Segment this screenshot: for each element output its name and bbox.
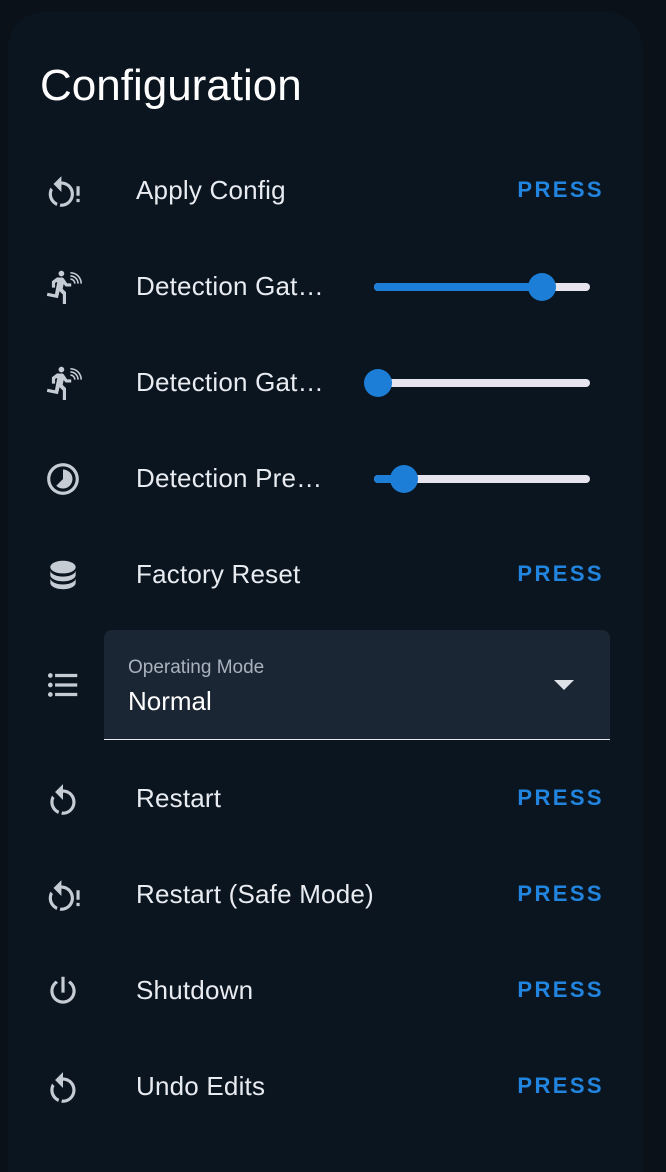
apply-config-press-button[interactable]: PRESS <box>517 170 604 210</box>
row-factory-reset: Factory Reset PRESS <box>0 526 666 622</box>
slider-fill <box>374 283 543 291</box>
undo-edits-press-button[interactable]: PRESS <box>517 1066 604 1106</box>
restart-safe-mode-press-button[interactable]: PRESS <box>517 874 604 914</box>
row-shutdown: Shutdown PRESS <box>0 942 666 1038</box>
row-undo-edits: Undo Edits PRESS <box>0 1038 666 1134</box>
row-label: Undo Edits <box>136 1071 266 1101</box>
shutdown-press-button[interactable]: PRESS <box>517 970 604 1010</box>
detection-gate-min-slider[interactable] <box>364 368 590 398</box>
row-label: Restart <box>136 783 222 813</box>
row-apply-config: Apply Config PRESS <box>0 142 666 238</box>
row-detection-presence: Detection Presence Timeout <box>0 430 666 526</box>
database-icon <box>44 556 82 594</box>
row-label: Detection Gate Max <box>136 271 332 301</box>
slider-thumb[interactable] <box>390 465 419 493</box>
row-restart: Restart PRESS <box>0 750 666 846</box>
power-icon <box>44 972 82 1010</box>
detection-presence-slider[interactable] <box>374 464 590 494</box>
list-icon <box>44 666 82 704</box>
restart-alert-icon <box>44 172 82 210</box>
slider-track <box>374 379 590 387</box>
row-label: Detection Presence Timeout <box>136 463 332 493</box>
slider-thumb[interactable] <box>364 369 393 397</box>
motion-sensor-icon <box>44 364 82 402</box>
card-title: Configuration <box>40 61 302 110</box>
row-restart-safe-mode: Restart (Safe Mode) PRESS <box>0 846 666 942</box>
select-value: Normal <box>128 686 212 716</box>
row-label: Apply Config <box>136 175 286 205</box>
row-label: Factory Reset <box>136 559 301 589</box>
restart-alert-icon <box>44 876 82 914</box>
select-label: Operating Mode <box>128 657 265 678</box>
row-label: Shutdown <box>136 975 254 1005</box>
row-detection-gate-min: Detection Gate Min <box>0 334 666 430</box>
motion-sensor-icon <box>44 268 82 306</box>
restart-icon <box>44 780 82 818</box>
detection-gate-max-slider[interactable] <box>374 272 590 302</box>
factory-reset-press-button[interactable]: PRESS <box>517 554 604 594</box>
operating-mode-select[interactable]: Operating Mode Normal <box>104 630 610 740</box>
caret-down-icon[interactable] <box>554 680 574 690</box>
row-label: Restart (Safe Mode) <box>136 879 374 909</box>
row-label: Detection Gate Min <box>136 367 332 397</box>
row-detection-gate-max: Detection Gate Max <box>0 238 666 334</box>
timelapse-icon <box>44 460 82 498</box>
restart-icon <box>44 1068 82 1106</box>
restart-press-button[interactable]: PRESS <box>517 778 604 818</box>
slider-thumb[interactable] <box>528 273 557 301</box>
